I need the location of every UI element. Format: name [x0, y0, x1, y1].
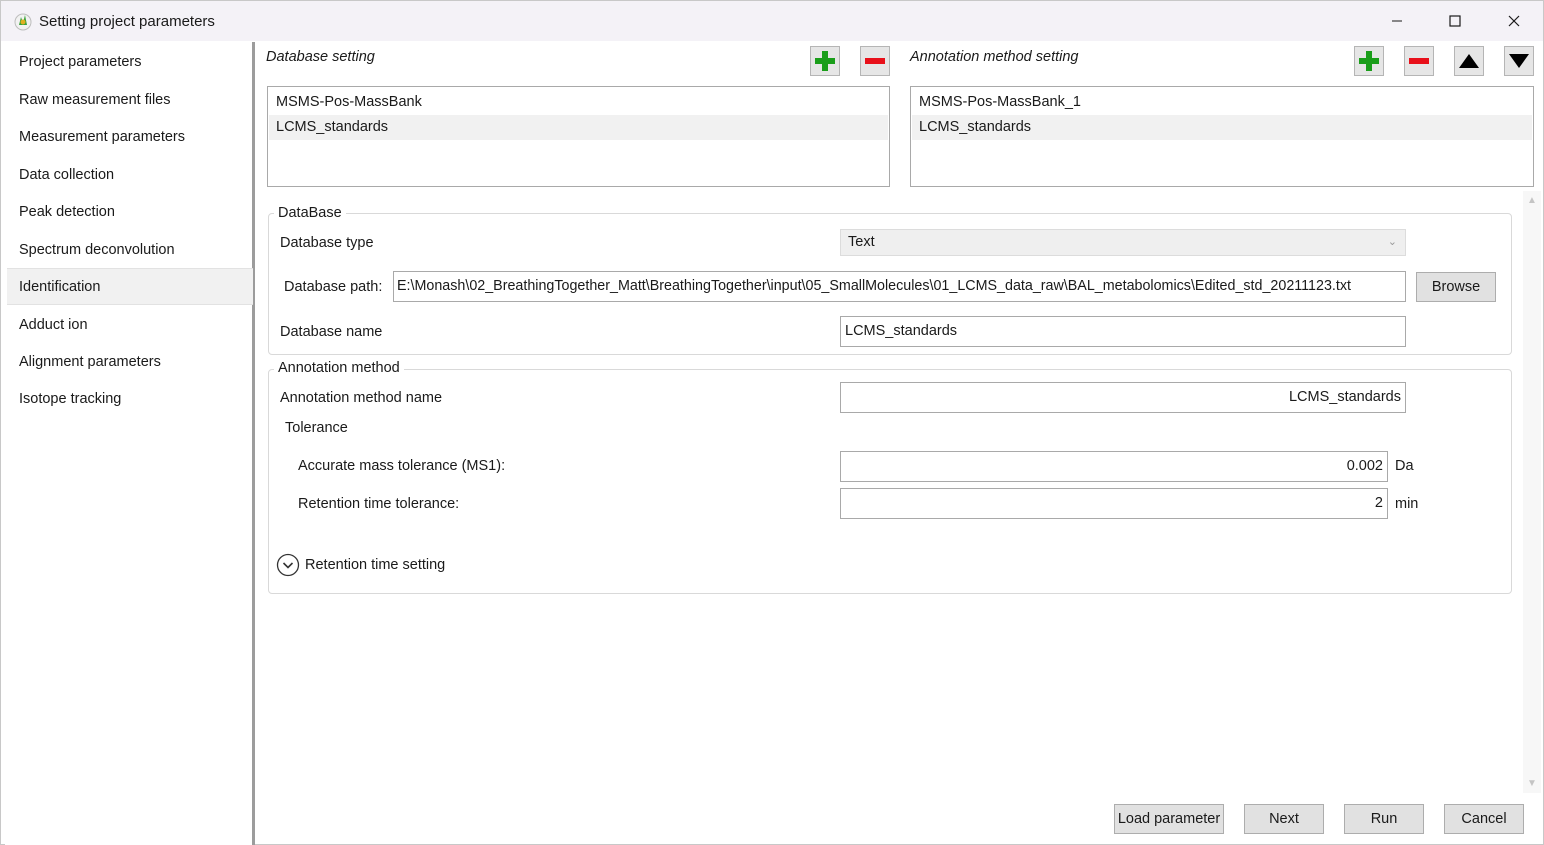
sidebar-item-label: Project parameters — [19, 54, 142, 70]
database-path-label: Database path: — [284, 279, 383, 295]
move-up-button[interactable] — [1454, 46, 1484, 76]
sidebar-item-label: Identification — [19, 279, 101, 295]
close-button[interactable] — [1489, 1, 1539, 41]
minimize-button[interactable] — [1372, 1, 1422, 41]
database-name-input[interactable]: LCMS_standards — [840, 316, 1406, 347]
cancel-button[interactable]: Cancel — [1444, 804, 1524, 834]
annotation-method-name-label: Annotation method name — [280, 390, 443, 406]
remove-database-button[interactable] — [860, 46, 890, 76]
ms1-tolerance-label: Accurate mass tolerance (MS1): — [298, 458, 506, 474]
sidebar-item-raw-measurement-files[interactable]: Raw measurement files — [7, 82, 253, 119]
sidebar-item-identification[interactable]: Identification — [7, 268, 253, 305]
ms1-tolerance-input[interactable]: 0.002 — [840, 451, 1388, 482]
database-type-label: Database type — [280, 235, 374, 251]
annotation-setting-label: Annotation method setting — [910, 49, 1079, 65]
scroll-up-icon[interactable]: ▲ — [1527, 195, 1537, 206]
sidebar-item-project-parameters[interactable]: Project parameters — [7, 44, 253, 81]
sidebar-item-alignment-parameters[interactable]: Alignment parameters — [7, 344, 253, 381]
annotation-method-name-input[interactable]: LCMS_standards — [840, 382, 1406, 413]
triangle-down-icon — [1509, 54, 1529, 68]
database-setting-label: Database setting — [266, 49, 375, 65]
list-item[interactable]: LCMS_standards — [912, 115, 1532, 140]
chevron-down-icon: ⌄ — [1387, 236, 1397, 248]
minus-icon — [865, 58, 885, 64]
annotation-method-list[interactable]: MSMS-Pos-MassBank_1 LCMS_standards — [910, 86, 1534, 187]
sidebar-item-peak-detection[interactable]: Peak detection — [7, 194, 253, 231]
sidebar-nav: Project parameters Raw measurement files… — [5, 42, 255, 845]
move-down-button[interactable] — [1504, 46, 1534, 76]
minus-icon — [1409, 58, 1429, 64]
database-name-label: Database name — [280, 324, 383, 340]
database-type-select[interactable]: Text ⌄ — [840, 229, 1406, 256]
sidebar-item-label: Alignment parameters — [19, 354, 161, 370]
retention-time-setting-label: Retention time setting — [305, 557, 446, 573]
settings-window: Setting project parameters Project param… — [0, 0, 1544, 845]
database-list[interactable]: MSMS-Pos-MassBank LCMS_standards — [267, 86, 890, 187]
run-button[interactable]: Run — [1344, 804, 1424, 834]
next-button[interactable]: Next — [1244, 804, 1324, 834]
database-path-input[interactable]: E:\Monash\02_BreathingTogether_Matt\Brea… — [393, 271, 1406, 302]
rt-tolerance-input[interactable]: 2 — [840, 488, 1388, 519]
plus-icon — [1359, 51, 1379, 71]
rt-tolerance-label: Retention time tolerance: — [298, 496, 460, 512]
list-item[interactable]: MSMS-Pos-MassBank — [269, 90, 888, 115]
sidebar-item-adduct-ion[interactable]: Adduct ion — [7, 307, 253, 344]
minimize-icon — [1392, 20, 1402, 22]
sidebar-item-spectrum-deconvolution[interactable]: Spectrum deconvolution — [7, 232, 253, 269]
list-item[interactable]: LCMS_standards — [269, 115, 888, 140]
load-parameter-button[interactable]: Load parameter — [1114, 804, 1224, 834]
sidebar-item-label: Adduct ion — [19, 317, 88, 333]
sidebar-item-isotope-tracking[interactable]: Isotope tracking — [7, 381, 253, 418]
tolerance-label: Tolerance — [285, 420, 348, 436]
maximize-button[interactable] — [1430, 1, 1480, 41]
msdial-app-icon — [14, 13, 32, 31]
database-type-value: Text — [848, 234, 875, 250]
sidebar-item-data-collection[interactable]: Data collection — [7, 157, 253, 194]
sidebar-item-label: Spectrum deconvolution — [19, 242, 175, 258]
add-annotation-method-button[interactable] — [1354, 46, 1384, 76]
close-icon — [1508, 15, 1520, 27]
plus-icon — [815, 51, 835, 71]
retention-time-setting-expander[interactable]: Retention time setting — [276, 552, 476, 578]
sidebar-item-measurement-parameters[interactable]: Measurement parameters — [7, 119, 253, 156]
annotation-method-group-title: Annotation method — [274, 360, 404, 376]
ms1-unit-label: Da — [1395, 458, 1414, 474]
title-bar: Setting project parameters — [1, 1, 1543, 41]
rt-unit-label: min — [1395, 496, 1419, 512]
list-item[interactable]: MSMS-Pos-MassBank_1 — [912, 90, 1532, 115]
maximize-icon — [1449, 15, 1461, 27]
triangle-up-icon — [1459, 54, 1479, 68]
add-database-button[interactable] — [810, 46, 840, 76]
expand-circle-chevron-icon — [276, 553, 300, 577]
vertical-scrollbar[interactable]: ▲ ▼ — [1523, 191, 1541, 793]
window-title: Setting project parameters — [39, 13, 215, 30]
sidebar-item-label: Peak detection — [19, 204, 115, 220]
sidebar-item-label: Data collection — [19, 167, 115, 183]
scroll-down-icon[interactable]: ▼ — [1527, 778, 1537, 789]
browse-button[interactable]: Browse — [1416, 272, 1496, 302]
sidebar-item-label: Measurement parameters — [19, 129, 186, 145]
sidebar-item-label: Isotope tracking — [19, 391, 122, 407]
sidebar-item-label: Raw measurement files — [19, 92, 171, 108]
remove-annotation-method-button[interactable] — [1404, 46, 1434, 76]
database-group-title: DataBase — [274, 205, 346, 221]
